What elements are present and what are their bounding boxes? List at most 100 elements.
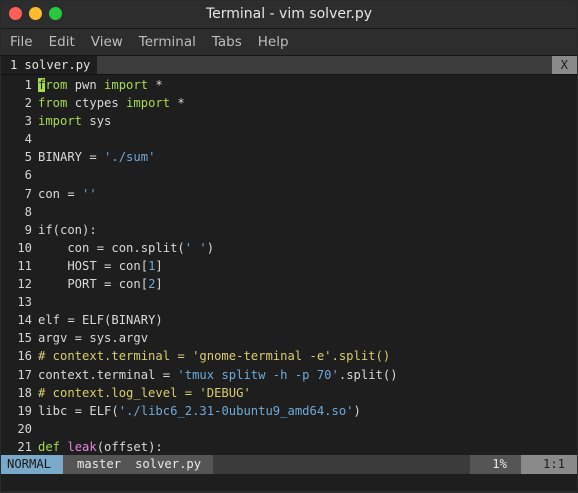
vim-tabline: 1 solver.py X [1, 56, 577, 75]
line-number: 7 [24, 186, 32, 201]
line-number: 20 [17, 421, 32, 436]
code-line[interactable]: 16 # context.terminal = 'gnome-terminal -… [1, 347, 577, 365]
terminal-area[interactable]: 1 solver.py X 1 from pwn import * 2 from ct… [1, 56, 577, 491]
git-branch: master [63, 455, 130, 474]
code-token: argv = sys.argv [38, 331, 149, 346]
command-line[interactable] [1, 474, 577, 491]
line-number: 17 [17, 367, 32, 382]
code-token: from [38, 96, 68, 111]
tab-close-button[interactable]: X [551, 56, 577, 74]
code-line[interactable]: 5 BINARY = './sum' [1, 148, 577, 166]
code-token: ] [155, 277, 163, 292]
code-line[interactable]: 21 def leak(offset): [1, 438, 577, 456]
code-line[interactable]: 11 HOST = con[1] [1, 257, 577, 275]
code-line[interactable]: 9 if(con): [1, 221, 577, 239]
code-token: ctypes [67, 96, 127, 111]
code-token: '' [82, 186, 97, 201]
line-number: 8 [24, 204, 32, 219]
tab-number: 1 [1, 56, 22, 74]
line-text: # context.terminal = 'gnome-terminal -e'… [38, 347, 390, 365]
code-editor[interactable]: 1 from pwn import * 2 from ctypes import * 3… [1, 75, 577, 456]
code-token: pwn [67, 78, 105, 92]
line-text: # context.log_level = 'DEBUG' [38, 384, 251, 402]
code-line[interactable]: 15 argv = sys.argv [1, 329, 577, 347]
line-number: 4 [24, 132, 32, 147]
code-line[interactable]: 19 libc = ELF('./libc6_2.31-0ubuntu9_amd6… [1, 402, 577, 420]
code-token: * [148, 78, 163, 92]
line-text: con = '' [38, 185, 97, 203]
code-line[interactable]: 17 context.terminal = 'tmux splitw -h -p … [1, 366, 577, 384]
tab-filename[interactable]: solver.py [21, 56, 98, 74]
line-number: 2 [24, 96, 32, 111]
menu-help[interactable]: Help [258, 34, 289, 50]
line-number: 21 [17, 439, 32, 454]
code-token: PORT = con[ [38, 277, 149, 292]
line-number: 1 [24, 78, 32, 92]
code-token: con = con.split( [38, 240, 185, 255]
code-line[interactable]: 13 [1, 293, 577, 311]
code-token: './sum' [104, 150, 156, 165]
code-token: ) [206, 240, 215, 255]
code-token: ] [155, 258, 163, 273]
tabline-fill [97, 56, 552, 74]
code-line[interactable]: 6 [1, 166, 577, 184]
line-text: BINARY = './sum' [38, 148, 155, 166]
line-text: import sys [38, 112, 111, 130]
line-number: 18 [17, 385, 32, 400]
code-token: import [104, 78, 149, 92]
code-line[interactable]: 8 [1, 203, 577, 221]
line-text: HOST = con[1] [38, 257, 163, 275]
line-text: context.terminal = 'tmux splitw -h -p 70… [38, 366, 398, 384]
status-filename: solver.py [129, 455, 214, 474]
code-line[interactable]: 20 [1, 420, 577, 438]
menu-terminal[interactable]: Terminal [139, 34, 196, 50]
code-token: * [170, 96, 185, 111]
code-token: # context.log_level = 'DEBUG' [38, 385, 251, 400]
code-token: 'tmux splitw -h -p 70' [177, 367, 339, 382]
line-number: 10 [17, 240, 32, 255]
window-title: Terminal - vim solver.py [205, 6, 373, 22]
code-line[interactable]: 3 import sys [1, 112, 577, 130]
code-token: # context.terminal = 'gnome-terminal -e'… [38, 349, 391, 364]
line-number: 15 [17, 331, 32, 346]
line-text: con = con.split(' ') [38, 239, 214, 257]
vim-statusline: NORMAL master solver.py 1% 1:1 [1, 455, 577, 474]
line-text: elf = ELF(BINARY) [38, 311, 163, 329]
code-token: HOST = con[ [38, 258, 149, 273]
code-token: ' ' [184, 240, 207, 255]
code-line[interactable]: 2 from ctypes import * [1, 94, 577, 112]
code-line[interactable]: 12 PORT = con[2] [1, 275, 577, 293]
cursor-position: 1:1 [520, 455, 577, 474]
line-number: 16 [17, 349, 32, 364]
line-number: 13 [17, 295, 32, 310]
code-line[interactable]: 7 con = '' [1, 185, 577, 203]
terminal-window: Terminal - vim solver.py File Edit View Ter… [1, 1, 577, 491]
line-number: 5 [24, 150, 32, 165]
code-token: elf = ELF(BINARY) [38, 313, 163, 328]
line-number: 12 [17, 277, 32, 292]
code-line[interactable]: 1 from pwn import * [1, 76, 577, 94]
scroll-percent: 1% [470, 455, 521, 474]
line-text: libc = ELF('./libc6_2.31-0ubuntu9_amd64.… [38, 402, 361, 420]
line-number: 11 [17, 258, 32, 273]
line-text: from ctypes import * [38, 94, 185, 112]
code-line[interactable]: 4 [1, 130, 577, 148]
line-number: 3 [24, 114, 32, 129]
code-token: if(con): [38, 222, 97, 237]
menu-file[interactable]: File [10, 34, 33, 50]
code-line[interactable]: 18 # context.log_level = 'DEBUG' [1, 384, 577, 402]
menu-edit[interactable]: Edit [49, 34, 75, 50]
line-number: 19 [17, 403, 32, 418]
code-line[interactable]: 10 con = con.split(' ') [1, 239, 577, 257]
code-line[interactable]: 14 elf = ELF(BINARY) [1, 311, 577, 329]
line-text: PORT = con[2] [38, 275, 163, 293]
menu-view[interactable]: View [91, 34, 123, 50]
code-token: BINARY = [38, 150, 105, 165]
line-number: 6 [24, 168, 32, 183]
line-text: if(con): [38, 221, 97, 239]
title-bar: Terminal - vim solver.py [1, 1, 577, 29]
code-token: def [38, 439, 68, 454]
code-token: sys [82, 114, 112, 129]
code-token: leak [67, 439, 97, 454]
menu-tabs[interactable]: Tabs [212, 34, 242, 50]
